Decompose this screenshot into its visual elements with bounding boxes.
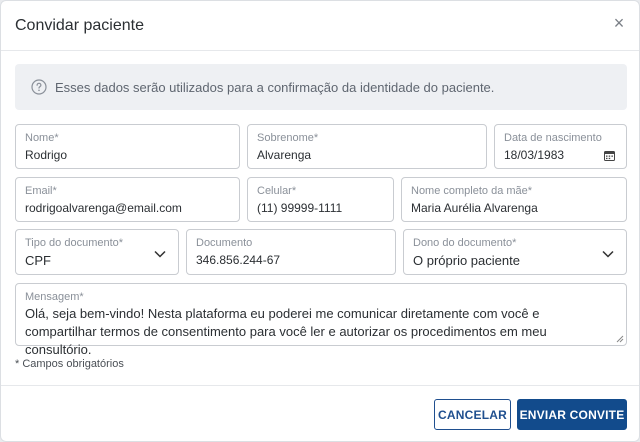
email-value: rodrigoalvarenga@email.com bbox=[25, 201, 182, 215]
email-field[interactable]: Email* rodrigoalvarenga@email.com bbox=[15, 177, 240, 222]
chevron-down-icon bbox=[602, 250, 614, 258]
birthdate-field[interactable]: Data de nascimento 18/03/1983 bbox=[494, 124, 627, 169]
chevron-down-icon bbox=[154, 250, 166, 258]
invite-patient-dialog: Convidar paciente × Esses dados serão ut… bbox=[0, 0, 640, 442]
cancel-button[interactable]: CANCELAR bbox=[434, 399, 511, 430]
last-name-value: Alvarenga bbox=[257, 148, 312, 162]
required-fields-note: * Campos obrigatórios bbox=[15, 358, 124, 370]
birthdate-value: 18/03/1983 bbox=[504, 148, 565, 162]
document-type-label: Tipo do documento* bbox=[25, 237, 124, 249]
dialog-title: Convidar paciente bbox=[15, 17, 144, 34]
phone-label: Celular* bbox=[257, 185, 297, 197]
footer-divider bbox=[1, 385, 639, 386]
document-number-value: 346.856.244-67 bbox=[196, 253, 281, 267]
message-textarea[interactable]: Mensagem* Olá, seja bem-vindo! Nesta pla… bbox=[15, 283, 627, 357]
birthdate-label: Data de nascimento bbox=[504, 132, 602, 144]
info-banner: Esses dados serão utilizados para a conf… bbox=[15, 64, 627, 110]
dialog-header: Convidar paciente × bbox=[1, 1, 639, 51]
close-icon[interactable]: × bbox=[611, 14, 627, 32]
mother-name-value: Maria Aurélia Alvarenga bbox=[411, 201, 538, 215]
first-name-field[interactable]: Nome* Rodrigo bbox=[15, 124, 240, 169]
message-label: Mensagem* bbox=[25, 291, 84, 303]
info-text: Esses dados serão utilizados para a conf… bbox=[55, 80, 495, 95]
phone-value: (11) 99999-1111 bbox=[257, 201, 343, 215]
document-owner-select[interactable]: Dono do documento* O próprio paciente bbox=[403, 229, 627, 275]
calendar-icon[interactable] bbox=[604, 150, 615, 161]
document-owner-value: O próprio paciente bbox=[413, 253, 520, 268]
document-type-value: CPF bbox=[25, 253, 51, 268]
document-type-select[interactable]: Tipo do documento* CPF bbox=[15, 229, 179, 275]
document-number-label: Documento bbox=[196, 237, 253, 249]
phone-field[interactable]: Celular* (11) 99999-1111 bbox=[247, 177, 394, 222]
message-value: Olá, seja bem-vindo! Nesta plataforma eu… bbox=[25, 306, 547, 357]
mother-name-field[interactable]: Nome completo da mãe* Maria Aurélia Alva… bbox=[401, 177, 627, 222]
last-name-field[interactable]: Sobrenome* Alvarenga bbox=[247, 124, 487, 169]
resize-handle-icon[interactable] bbox=[616, 335, 624, 343]
first-name-value: Rodrigo bbox=[25, 148, 68, 162]
mother-name-label: Nome completo da mãe* bbox=[411, 185, 533, 197]
document-owner-label: Dono do documento* bbox=[413, 237, 517, 249]
document-number-field[interactable]: Documento 346.856.244-67 bbox=[186, 229, 396, 275]
send-invite-button[interactable]: ENVIAR CONVITE bbox=[517, 399, 627, 430]
last-name-label: Sobrenome* bbox=[257, 132, 319, 144]
email-label: Email* bbox=[25, 185, 57, 197]
first-name-label: Nome* bbox=[25, 132, 59, 144]
question-circle-icon bbox=[31, 79, 47, 95]
